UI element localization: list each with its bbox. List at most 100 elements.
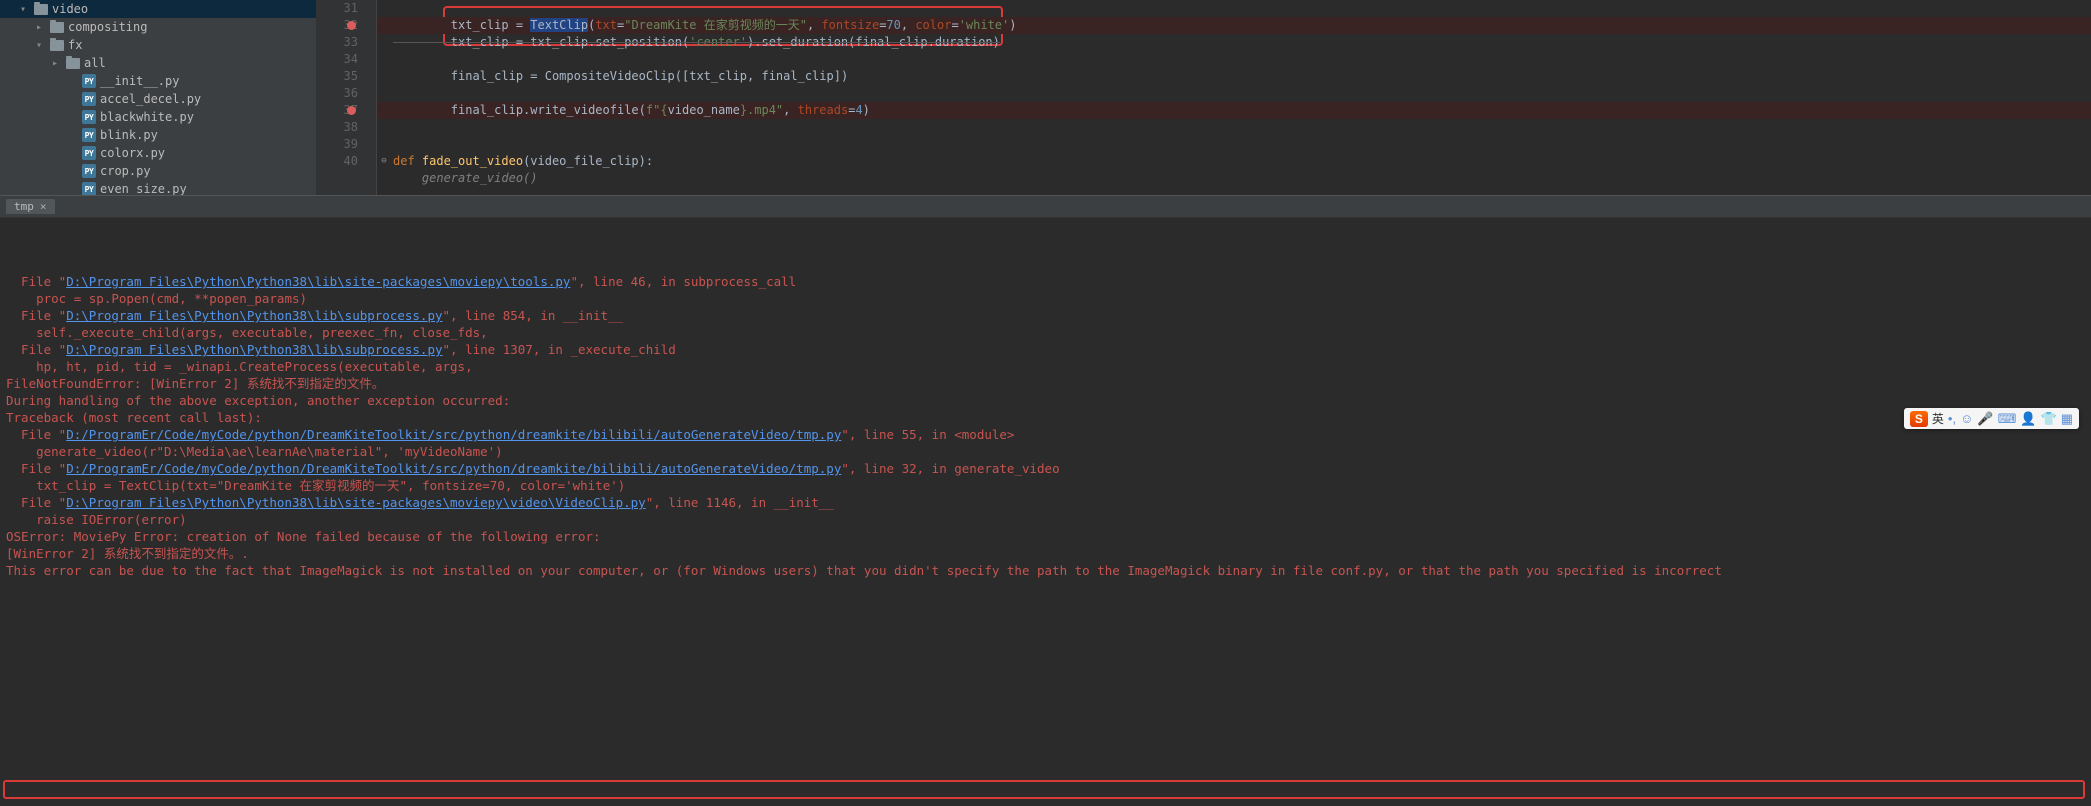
tree-item-label: accel_decel.py [100,92,201,106]
ime-toolbar[interactable]: S 英 •, ☺ 🎤 ⌨ 👤 👕 ▦ [1904,408,2079,429]
ime-lang-label[interactable]: 英 [1932,410,1944,427]
terminal-line: OSError: MoviePy Error: creation of None… [6,528,2085,545]
terminal-line: File "D:/ProgramEr/Code/myCode/python/Dr… [6,426,2085,443]
tree-file[interactable]: __init__.py [0,72,316,90]
terminal-line: File "D:\Program Files\Python\Python38\l… [6,307,2085,324]
ime-grid-icon[interactable]: ▦ [2061,411,2073,427]
ime-logo-icon[interactable]: S [1910,411,1928,427]
python-file-icon [82,146,96,160]
terminal-line: hp, ht, pid, tid = _winapi.CreateProcess… [6,358,2085,375]
line-number[interactable]: 36 [317,85,376,102]
breakpoint-icon[interactable] [347,21,356,30]
breakpoint-icon[interactable] [347,106,356,115]
terminal-line: During handling of the above exception, … [6,392,2085,409]
terminal-line: raise IOError(error) [6,511,2085,528]
line-number[interactable]: 38 [317,119,376,136]
file-link[interactable]: D:\Program Files\Python\Python38\lib\sit… [66,495,645,510]
code-line[interactable]: ⊖def fade_out_video(video_file_clip): [377,153,2091,170]
file-link[interactable]: D:/ProgramEr/Code/myCode/python/DreamKit… [66,461,841,476]
code-editor[interactable]: 31323334353637383940 txt_clip = TextClip… [317,0,2091,195]
line-number[interactable]: 31 [317,0,376,17]
python-file-icon [82,164,96,178]
tree-item-label: blink.py [100,128,158,142]
tree-item-label: __init__.py [100,74,179,88]
file-link[interactable]: D:\Program Files\Python\Python38\lib\sit… [66,274,570,289]
line-number[interactable]: 32 [317,17,376,34]
tree-file[interactable]: blackwhite.py [0,108,316,126]
terminal-tab-label: tmp [14,200,34,213]
folder-icon [66,58,80,69]
tree-file[interactable]: blink.py [0,126,316,144]
code-line[interactable]: final_clip = CompositeVideoClip([txt_cli… [377,68,2091,85]
python-file-icon [82,110,96,124]
code-line[interactable] [377,136,2091,153]
line-number[interactable]: 40 [317,153,376,170]
terminal-panel[interactable]: tmp × File "D:\Program Files\Python\Pyth… [0,195,2091,806]
terminal-line: txt_clip = TextClip(txt="DreamKite 在家剪视频… [6,477,2085,494]
close-icon[interactable]: × [40,200,47,213]
terminal-line: File "D:\Program Files\Python\Python38\l… [6,341,2085,358]
tree-file[interactable]: accel_decel.py [0,90,316,108]
python-file-icon [82,92,96,106]
chevron-right-icon[interactable]: ▸ [36,22,46,33]
line-number[interactable]: 39 [317,136,376,153]
tree-file[interactable]: colorx.py [0,144,316,162]
folder-icon [34,4,48,15]
code-line[interactable] [377,51,2091,68]
tree-folder[interactable]: ▾video [0,0,316,18]
line-number[interactable]: 34 [317,51,376,68]
line-number[interactable]: 33 [317,34,376,51]
tree-folder[interactable]: ▾ fx [0,36,316,54]
tree-item-label: colorx.py [100,146,165,160]
ime-keyboard-icon[interactable]: ⌨ [1998,411,2017,427]
tree-item-label: compositing [68,20,147,34]
tree-item-label: crop.py [100,164,151,178]
code-line[interactable] [377,85,2091,102]
fold-icon[interactable]: ⊖ [379,153,389,170]
tree-file[interactable]: crop.py [0,162,316,180]
code-line[interactable] [377,119,2091,136]
ime-shirt-icon[interactable]: 👕 [2041,411,2057,427]
project-tree[interactable]: ▾video ▸ compositing ▾ fx ▸ all __init__.pyacce… [0,0,317,195]
code-line[interactable] [377,0,2091,17]
terminal-line: FileNotFoundError: [WinError 2] 系统找不到指定的… [6,375,2085,392]
terminal-line: File "D:\Program Files\Python\Python38\l… [6,273,2085,290]
terminal-tab[interactable]: tmp × [6,199,55,214]
folder-icon [50,22,64,33]
ime-mic-icon[interactable]: 🎤 [1977,411,1993,427]
terminal-line: proc = sp.Popen(cmd, **popen_params) [6,290,2085,307]
tree-item-label: all [84,56,106,70]
editor-gutter: 31323334353637383940 [317,0,377,195]
python-file-icon [82,128,96,142]
terminal-line: This error can be due to the fact that I… [6,562,2085,579]
terminal-line: self._execute_child(args, executable, pr… [6,324,2085,341]
file-link[interactable]: D:/ProgramEr/Code/myCode/python/DreamKit… [66,427,841,442]
tree-file[interactable]: even_size.py [0,180,316,195]
chevron-right-icon[interactable]: ▸ [52,58,62,69]
terminal-output[interactable]: File "D:\Program Files\Python\Python38\l… [0,218,2091,806]
terminal-line: Traceback (most recent call last): [6,409,2085,426]
python-file-icon [82,182,96,195]
line-number[interactable]: 35 [317,68,376,85]
file-link[interactable]: D:\Program Files\Python\Python38\lib\sub… [66,342,442,357]
tree-folder[interactable]: ▸ all [0,54,316,72]
code-line[interactable]: txt_clip = txt_clip.set_position('center… [377,34,2091,51]
ime-smile-icon[interactable]: ☺ [1960,411,1973,426]
chevron-down-icon[interactable]: ▾ [20,4,30,15]
code-area[interactable]: txt_clip = TextClip(txt="DreamKite 在家剪视频… [377,0,2091,195]
terminal-line: [WinError 2] 系统找不到指定的文件。. [6,545,2085,562]
terminal-line: File "D:\Program Files\Python\Python38\l… [6,494,2085,511]
terminal-tab-bar[interactable]: tmp × [0,196,2091,218]
folder-icon [50,40,64,51]
line-number[interactable]: 37 [317,102,376,119]
code-line[interactable]: txt_clip = TextClip(txt="DreamKite 在家剪视频… [377,17,2091,34]
terminal-line: generate_video(r"D:\Media\ae\learnAe\mat… [6,443,2085,460]
code-line[interactable]: final_clip.write_videofile(f"{video_name… [377,102,2091,119]
terminal-line: File "D:/ProgramEr/Code/myCode/python/Dr… [6,460,2085,477]
ime-punct-icon[interactable]: •, [1948,411,1956,426]
tree-folder[interactable]: ▸ compositing [0,18,316,36]
file-link[interactable]: D:\Program Files\Python\Python38\lib\sub… [66,308,442,323]
ime-person-icon[interactable]: 👤 [2020,411,2036,427]
chevron-down-icon[interactable]: ▾ [36,40,46,51]
tree-item-label: fx [68,38,82,52]
